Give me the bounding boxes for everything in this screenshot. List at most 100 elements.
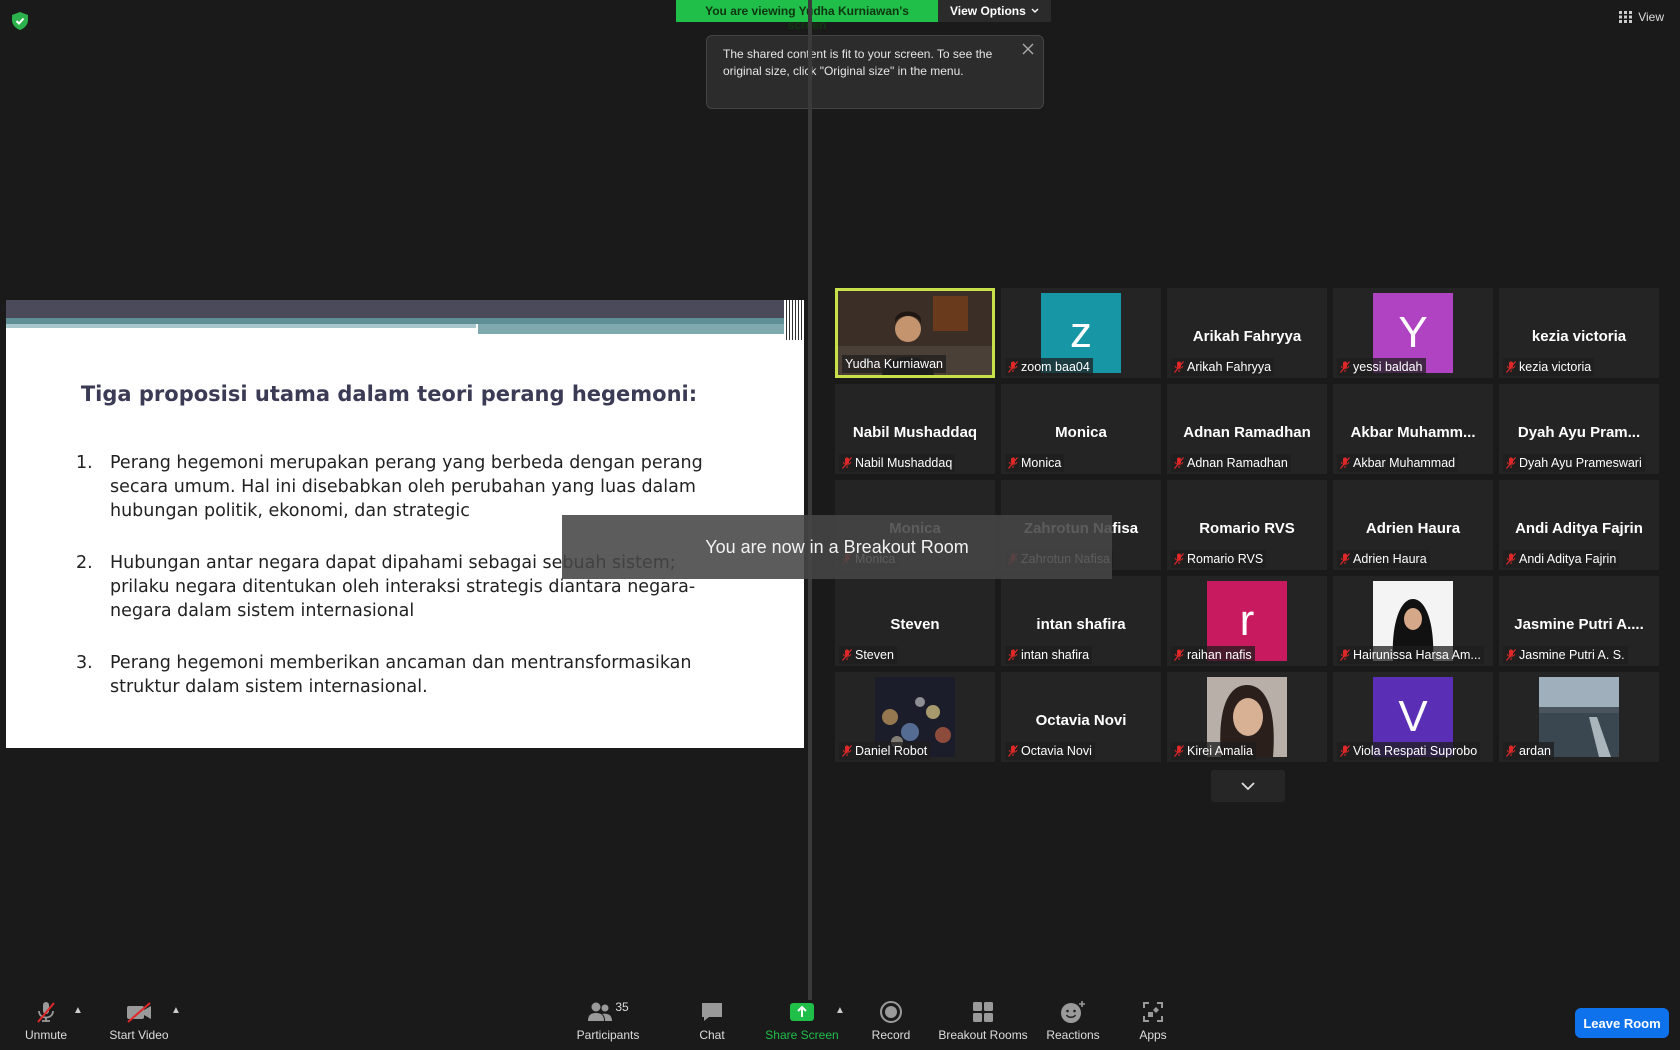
participant-tile[interactable]: Monica Monica <box>1001 384 1161 474</box>
unmute-label: Unmute <box>24 1028 68 1042</box>
leave-room-button[interactable]: Leave Room <box>1575 1008 1669 1038</box>
participant-tile[interactable]: Hairunissa Harsa Am... <box>1333 576 1493 666</box>
participant-tile[interactable]: Yyessi baldah <box>1333 288 1493 378</box>
breakout-rooms-button[interactable]: Breakout Rooms <box>938 1000 1028 1042</box>
share-screen-label: Share Screen <box>765 1028 839 1042</box>
unmute-button[interactable]: Unmute <box>22 1000 70 1042</box>
chat-bubble-icon <box>702 1003 722 1021</box>
microphone-muted-icon <box>1008 745 1018 757</box>
share-screen-button[interactable]: Share Screen <box>765 1000 839 1042</box>
reactions-button[interactable]: Reactions <box>1046 1000 1100 1042</box>
participant-display-name: Arikah Fahryya <box>1192 328 1302 345</box>
participant-tile[interactable]: Steven Steven <box>835 576 995 666</box>
record-label: Record <box>871 1028 911 1042</box>
participant-tile[interactable]: z zoom baa04 <box>1001 288 1161 378</box>
participant-name: Daniel Robot <box>855 744 928 758</box>
microphone-muted-icon <box>1506 649 1516 661</box>
view-layout-button[interactable]: View <box>1619 10 1664 24</box>
participant-tile[interactable]: Octavia Novi Octavia Novi <box>1001 672 1161 762</box>
participant-name-label: intan shafira <box>1005 646 1093 664</box>
participant-tile[interactable]: r raihan nafis <box>1167 576 1327 666</box>
participant-name-label: Viola Respati Suprobo <box>1337 742 1481 760</box>
viewing-screen-label: You are viewing Yudha Kurniawan's screen <box>676 0 938 32</box>
participant-name-label: kezia victoria <box>1503 358 1595 376</box>
apps-label: Apps <box>1139 1028 1167 1042</box>
breakout-room-notice: You are now in a Breakout Room <box>562 515 1112 579</box>
audio-options-caret[interactable]: ▲ <box>73 1005 83 1016</box>
participant-name: Octavia Novi <box>1021 744 1092 758</box>
microphone-muted-icon <box>1008 457 1018 469</box>
view-options-label: View Options <box>950 4 1026 18</box>
chat-button[interactable]: Chat <box>696 1000 728 1042</box>
participant-name-label: Steven <box>839 646 897 664</box>
reactions-label: Reactions <box>1046 1028 1100 1042</box>
participant-name-label: Dyah Ayu Prameswari <box>1503 454 1645 472</box>
participant-tile[interactable]: kezia victoria kezia victoria <box>1499 288 1659 378</box>
microphone-muted-icon <box>1506 553 1516 565</box>
participant-name: Romario RVS <box>1187 552 1264 566</box>
participant-tile[interactable]: Arikah Fahryya Arikah Fahryya <box>1167 288 1327 378</box>
participants-count: 35 <box>615 1000 629 1014</box>
apps-button[interactable]: Apps <box>1138 1000 1168 1042</box>
participant-name: Steven <box>855 648 894 662</box>
participant-display-name: Romario RVS <box>1199 520 1295 537</box>
list-number: 3. <box>76 653 93 673</box>
participant-name: Monica <box>1021 456 1062 470</box>
close-icon[interactable] <box>1021 42 1035 56</box>
participant-tile[interactable]: Adnan Ramadhan Adnan Ramadhan <box>1167 384 1327 474</box>
participant-display-name: Monica <box>1055 424 1107 441</box>
participant-tile[interactable]: Yudha Kurniawan <box>835 288 995 378</box>
split-view-divider[interactable] <box>808 0 812 1000</box>
next-page-button[interactable] <box>1211 770 1285 802</box>
participant-tile[interactable]: Adrien Haura Adrien Haura <box>1333 480 1493 570</box>
participant-name: Akbar Muhammad <box>1353 456 1456 470</box>
participant-tile[interactable]: Nabil Mushaddaq Nabil Mushaddaq <box>835 384 995 474</box>
participant-name: raihan nafis <box>1187 648 1252 662</box>
participant-tile[interactable]: V Viola Respati Suprobo <box>1333 672 1493 762</box>
participant-name-label: ardan <box>1503 742 1554 760</box>
participant-name-label: Jasmine Putri A. S. <box>1503 646 1628 664</box>
participant-tile[interactable]: Jasmine Putri A.... Jasmine Putri A. S. <box>1499 576 1659 666</box>
record-button[interactable]: Record <box>870 1000 912 1042</box>
participant-name: Viola Respati Suprobo <box>1353 744 1478 758</box>
microphone-muted-icon <box>1340 649 1350 661</box>
microphone-muted-icon <box>1506 457 1516 469</box>
participant-display-name: Dyah Ayu Pram... <box>1517 424 1641 441</box>
record-icon <box>880 1001 902 1023</box>
participant-display-name: Adnan Ramadhan <box>1183 424 1311 441</box>
participant-name-label: Adnan Ramadhan <box>1171 454 1291 472</box>
start-video-button[interactable]: Start Video <box>108 1000 170 1042</box>
share-options-caret[interactable]: ▲ <box>835 1005 845 1016</box>
participant-tile[interactable]: Daniel Robot <box>835 672 995 762</box>
participants-icon <box>588 1002 613 1021</box>
start-video-label: Start Video <box>109 1028 169 1042</box>
participant-display-name: Adrien Haura <box>1365 520 1461 537</box>
participant-name-label: Kirei Amalia <box>1171 742 1256 760</box>
participant-name: Hairunissa Harsa Am... <box>1353 648 1481 662</box>
video-options-caret[interactable]: ▲ <box>171 1005 181 1016</box>
participant-name: Yudha Kurniawan <box>845 357 943 371</box>
breakout-rooms-label: Breakout Rooms <box>938 1028 1028 1042</box>
participant-name-label: Octavia Novi <box>1005 742 1095 760</box>
participant-tile[interactable]: ardan <box>1499 672 1659 762</box>
participant-tile[interactable]: intan shafira intan shafira <box>1001 576 1161 666</box>
participant-tile[interactable]: Akbar Muhamm... Akbar Muhammad <box>1333 384 1493 474</box>
participant-name-label: Monica <box>1005 454 1065 472</box>
security-shield-icon[interactable] <box>12 12 28 30</box>
view-options-button[interactable]: View Options <box>938 0 1051 22</box>
view-label: View <box>1638 10 1664 24</box>
participant-tile[interactable]: Kirei Amalia <box>1167 672 1327 762</box>
breakout-rooms-icon <box>973 1002 993 1022</box>
fit-screen-tooltip: The shared content is fit to your screen… <box>706 35 1044 109</box>
participant-name-label: Akbar Muhammad <box>1337 454 1459 472</box>
participant-name: Kirei Amalia <box>1187 744 1253 758</box>
participant-tile[interactable]: Andi Aditya Fajrin Andi Aditya Fajrin <box>1499 480 1659 570</box>
participants-button[interactable]: 35 Participants <box>576 1000 640 1042</box>
participant-name-label: zoom baa04 <box>1005 358 1093 376</box>
participant-name: yessi baldah <box>1353 360 1423 374</box>
participant-display-name: Octavia Novi <box>1035 712 1127 729</box>
microphone-muted-icon <box>1340 457 1350 469</box>
chevron-down-icon <box>1031 8 1039 13</box>
participant-tile[interactable]: Romario RVS Romario RVS <box>1167 480 1327 570</box>
participant-tile[interactable]: Dyah Ayu Pram... Dyah Ayu Prameswari <box>1499 384 1659 474</box>
